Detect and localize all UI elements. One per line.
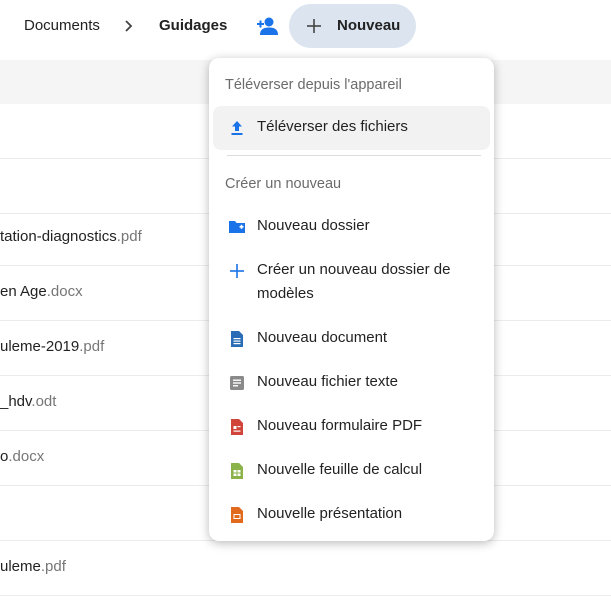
plus-icon <box>307 19 321 33</box>
file-name: en Age.docx <box>0 283 83 300</box>
new-button-label: Nouveau <box>337 17 401 34</box>
plus-icon <box>230 264 244 278</box>
file-name: o.docx <box>0 448 45 465</box>
new-document-label: Nouveau document <box>257 329 388 346</box>
new-presentation-label: Nouvelle présentation <box>257 505 403 522</box>
text-file-icon <box>230 376 244 390</box>
breadcrumb-current[interactable]: Guidages <box>159 17 227 34</box>
create-section-title: Créer un nouveau <box>225 176 342 192</box>
file-name: _hdv.odt <box>0 393 57 410</box>
new-folder-label: Nouveau dossier <box>257 217 370 234</box>
chevron-right-icon <box>125 20 133 32</box>
new-document-item[interactable]: Nouveau document <box>213 317 490 361</box>
presentation-icon <box>231 507 243 523</box>
new-pdf-form-label: Nouveau formulaire PDF <box>257 417 423 434</box>
new-button[interactable]: Nouveau <box>289 4 416 48</box>
upload-section-title: Téléverser depuis l'appareil <box>225 77 402 93</box>
file-name: uleme-2019.pdf <box>0 338 105 355</box>
document-icon <box>231 331 243 347</box>
file-row[interactable]: uleme.pdf <box>0 541 611 596</box>
menu-divider <box>227 155 481 156</box>
new-text-file-item[interactable]: Nouveau fichier texte <box>213 361 490 405</box>
new-spreadsheet-item[interactable]: Nouvelle feuille de calcul <box>213 449 490 493</box>
upload-icon <box>231 121 243 135</box>
pdf-form-icon <box>231 419 243 435</box>
new-spreadsheet-label: Nouvelle feuille de calcul <box>257 461 423 478</box>
spreadsheet-icon <box>231 463 243 479</box>
file-name: tation-diagnostics.pdf <box>0 228 142 245</box>
new-text-file-label: Nouveau fichier texte <box>257 373 398 390</box>
new-menu: Téléverser depuis l'appareil Téléverser … <box>209 58 494 541</box>
new-folder-item[interactable]: Nouveau dossier <box>213 205 490 249</box>
new-template-folder-label: Créer un nouveau dossier de modèles <box>257 261 451 302</box>
new-template-folder-item[interactable]: Créer un nouveau dossier de modèles <box>213 249 490 315</box>
top-bar: Documents Guidages Nouveau <box>0 0 611 56</box>
person-add-icon[interactable] <box>255 15 279 37</box>
file-name: uleme.pdf <box>0 558 66 575</box>
upload-files-item[interactable]: Téléverser des fichiers <box>213 106 490 150</box>
breadcrumb-documents[interactable]: Documents <box>24 17 100 34</box>
new-presentation-item[interactable]: Nouvelle présentation <box>213 493 490 537</box>
upload-files-label: Téléverser des fichiers <box>257 118 408 135</box>
new-pdf-form-item[interactable]: Nouveau formulaire PDF <box>213 405 490 449</box>
folder-plus-icon <box>229 221 245 233</box>
